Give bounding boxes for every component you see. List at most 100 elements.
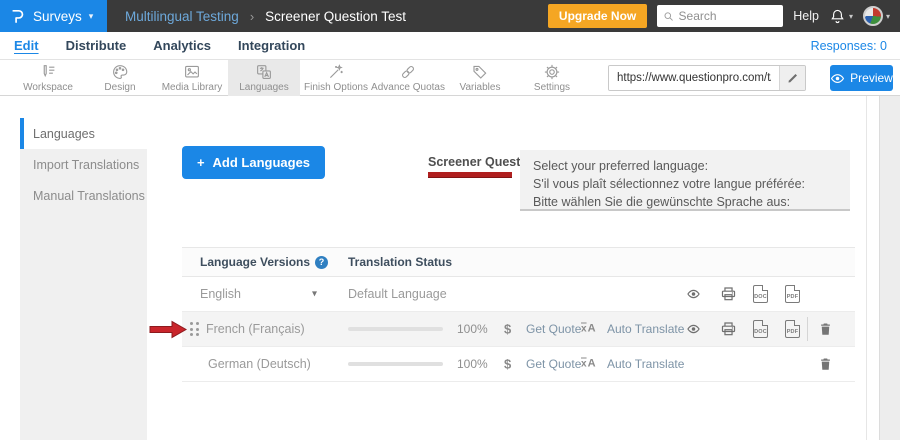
table-row-german: German (Deutsch) 100% $ Get Quote xA Aut… bbox=[182, 347, 855, 382]
table-header: Language Versions ? Translation Status bbox=[182, 247, 855, 277]
tool-finish-options[interactable]: Finish Options bbox=[300, 60, 372, 96]
preview-line-english: Select your preferred language: bbox=[533, 157, 837, 175]
tool-settings[interactable]: Settings bbox=[516, 60, 588, 96]
gear-icon bbox=[543, 63, 561, 81]
add-languages-button[interactable]: + Add Languages bbox=[182, 146, 325, 179]
print-language-button[interactable] bbox=[720, 321, 737, 338]
auto-translate-icon[interactable]: xA bbox=[581, 359, 596, 370]
pencil-icon bbox=[787, 72, 799, 84]
auto-translate-link[interactable]: Auto Translate bbox=[607, 322, 684, 336]
tool-advance-quotas[interactable]: Advance Quotas bbox=[372, 60, 444, 96]
dollar-icon[interactable]: $ bbox=[504, 322, 511, 337]
eye-icon bbox=[684, 322, 703, 336]
tab-edit[interactable]: Edit bbox=[14, 38, 39, 53]
avatar bbox=[863, 6, 883, 26]
upgrade-now-button[interactable]: Upgrade Now bbox=[548, 4, 647, 28]
product-label: Surveys bbox=[33, 9, 82, 24]
preview-line-german: Bitte wählen Sie die gewünschte Sprache … bbox=[533, 193, 837, 211]
topbar: Surveys ▾ Multilingual Testing › Screene… bbox=[0, 0, 900, 32]
workspace-icon bbox=[39, 63, 57, 81]
image-icon bbox=[183, 63, 201, 81]
get-quote-link[interactable]: Get Quote bbox=[526, 322, 581, 336]
export-doc-button[interactable]: DOC bbox=[753, 285, 768, 303]
notifications-menu[interactable]: ▾ bbox=[829, 8, 853, 25]
product-menu[interactable]: Surveys ▾ bbox=[0, 0, 107, 32]
translate-icon bbox=[255, 63, 273, 81]
red-underline-annotation bbox=[428, 172, 512, 177]
survey-url-input[interactable] bbox=[609, 66, 779, 90]
breadcrumb-page-name: Screener Question Test bbox=[265, 9, 406, 24]
translation-progress-bar bbox=[348, 362, 443, 366]
column-header-translation-status: Translation Status bbox=[348, 255, 452, 269]
search-input[interactable] bbox=[679, 9, 778, 23]
sidebar-item-manual-translations[interactable]: Manual Translations bbox=[20, 180, 147, 211]
get-quote-link[interactable]: Get Quote bbox=[526, 357, 581, 371]
export-pdf-button[interactable]: PDF bbox=[785, 285, 800, 303]
auto-translate-link[interactable]: Auto Translate bbox=[607, 357, 684, 371]
view-language-button[interactable] bbox=[684, 322, 703, 336]
tool-variables[interactable]: Variables bbox=[444, 60, 516, 96]
tool-workspace[interactable]: Workspace bbox=[12, 60, 84, 96]
red-arrow-annotation bbox=[149, 320, 187, 344]
translation-progress-bar bbox=[348, 327, 443, 331]
dollar-icon[interactable]: $ bbox=[504, 357, 511, 372]
sidebar-item-import-translations[interactable]: Import Translations bbox=[20, 149, 147, 180]
tab-distribute[interactable]: Distribute bbox=[66, 38, 127, 53]
print-language-button[interactable] bbox=[720, 286, 737, 303]
pdf-file-icon: PDF bbox=[785, 320, 800, 338]
chevron-down-icon: ▾ bbox=[89, 11, 94, 22]
printer-icon bbox=[720, 321, 737, 338]
screener-question-preview-box: Select your preferred language: S'il vou… bbox=[520, 150, 850, 211]
doc-file-icon: DOC bbox=[753, 320, 768, 338]
account-menu[interactable]: ▾ bbox=[863, 6, 890, 26]
drag-handle[interactable] bbox=[190, 322, 199, 336]
tab-integration[interactable]: Integration bbox=[238, 38, 305, 53]
tool-languages[interactable]: Languages bbox=[228, 60, 300, 96]
main-nav: Edit Distribute Analytics Integration Re… bbox=[0, 32, 900, 60]
chevron-down-icon: ▾ bbox=[312, 289, 317, 300]
doc-file-icon: DOC bbox=[753, 285, 768, 303]
table-row-french: French (Français) 100% $ Get Quote xA Au… bbox=[182, 312, 855, 347]
preview-button[interactable]: Preview bbox=[830, 65, 893, 91]
topbar-actions: Upgrade Now Help ▾ ▾ bbox=[548, 4, 900, 28]
pdf-file-icon: PDF bbox=[785, 285, 800, 303]
delete-language-button[interactable] bbox=[818, 356, 833, 373]
eye-icon bbox=[830, 71, 845, 86]
search-box[interactable] bbox=[657, 5, 783, 27]
chevron-down-icon: ▾ bbox=[849, 12, 853, 21]
bell-icon bbox=[829, 8, 846, 25]
language-versions-table: Language Versions ? Translation Status E… bbox=[182, 247, 855, 382]
survey-toolbar: Workspace Design Media Library Languages… bbox=[0, 60, 900, 96]
magic-wand-icon bbox=[327, 63, 345, 81]
preview-line-french: S'il vous plaît sélectionnez votre langu… bbox=[533, 175, 837, 193]
view-language-button[interactable] bbox=[684, 287, 703, 301]
export-pdf-button[interactable]: PDF bbox=[785, 320, 800, 338]
default-language-label: Default Language bbox=[348, 287, 447, 301]
tool-design[interactable]: Design bbox=[84, 60, 156, 96]
edit-url-button[interactable] bbox=[779, 66, 805, 90]
delete-language-button[interactable] bbox=[818, 321, 833, 338]
plus-icon: + bbox=[197, 155, 205, 170]
column-header-language-versions: Language Versions ? bbox=[200, 255, 328, 269]
panel-divider bbox=[866, 96, 867, 440]
translation-progress-percent: 100% bbox=[457, 322, 488, 336]
breadcrumb-separator-icon: › bbox=[250, 9, 254, 24]
sidebar-item-languages[interactable]: Languages bbox=[20, 118, 147, 149]
survey-url-group bbox=[608, 65, 806, 91]
export-doc-button[interactable]: DOC bbox=[753, 320, 768, 338]
tag-icon bbox=[471, 63, 489, 81]
auto-translate-icon[interactable]: xA bbox=[581, 324, 596, 335]
trash-icon bbox=[818, 356, 833, 373]
chevron-down-icon: ▾ bbox=[886, 12, 890, 21]
eye-icon bbox=[684, 287, 703, 301]
breadcrumb-survey-name[interactable]: Multilingual Testing bbox=[125, 9, 239, 24]
trash-icon bbox=[818, 321, 833, 338]
translation-progress-percent: 100% bbox=[457, 357, 488, 371]
actions-divider bbox=[807, 317, 808, 341]
help-icon[interactable]: ? bbox=[315, 256, 328, 269]
palette-icon bbox=[111, 63, 129, 81]
tab-analytics[interactable]: Analytics bbox=[153, 38, 211, 53]
tool-media-library[interactable]: Media Library bbox=[156, 60, 228, 96]
printer-icon bbox=[720, 286, 737, 303]
help-link[interactable]: Help bbox=[793, 9, 819, 23]
